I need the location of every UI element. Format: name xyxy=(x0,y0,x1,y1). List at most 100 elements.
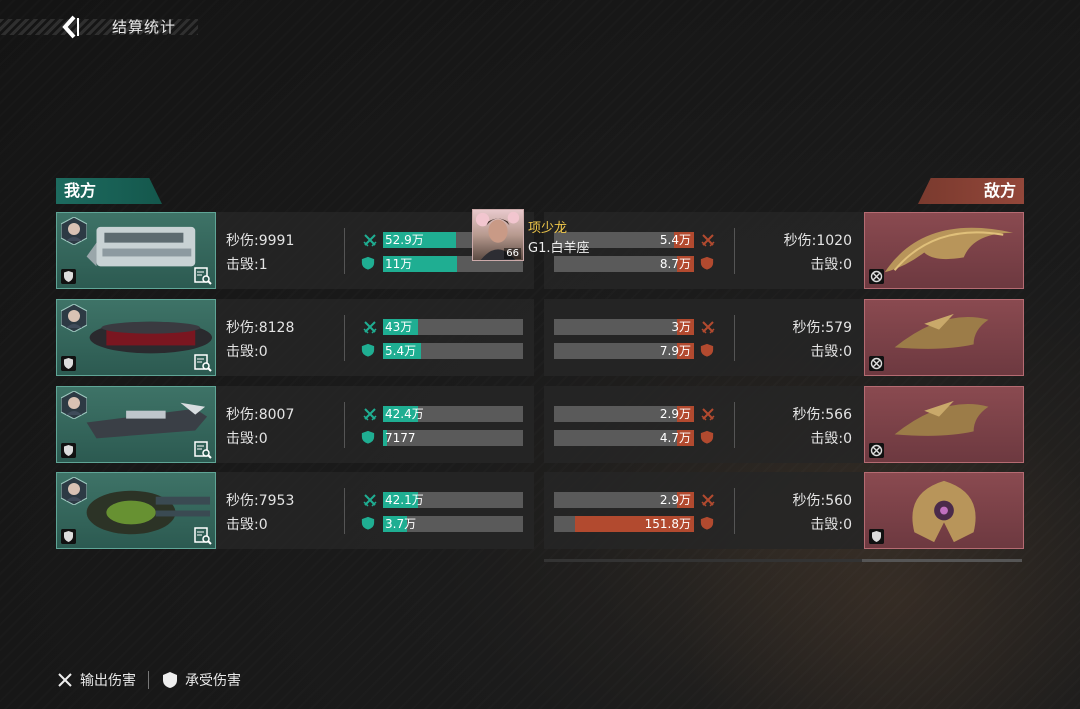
legend-damage-out-label: 输出伤害 xyxy=(80,673,136,689)
enemy-ship-art xyxy=(912,480,976,543)
player-avatar: 66 xyxy=(472,209,524,261)
player-name: 项少龙 xyxy=(528,221,568,236)
ally-kills: 击毁:0 xyxy=(226,344,268,360)
enemy-damage-out-bar: 2.9万 xyxy=(554,492,694,508)
enemy-ship-card[interactable] xyxy=(864,472,1024,549)
divider xyxy=(734,488,735,534)
ally-damage-out-value: 42.1万 xyxy=(385,493,424,507)
ally-dps: 秒伤:8128 xyxy=(226,320,295,336)
back-button[interactable] xyxy=(56,12,86,42)
ally-ship-card[interactable] xyxy=(56,212,216,289)
enemy-damage-out-value: 2.9万 xyxy=(659,407,691,421)
shield-icon xyxy=(61,269,76,284)
commander-portrait xyxy=(61,217,87,245)
ally-kills: 击毁:1 xyxy=(226,257,268,273)
divider xyxy=(344,488,345,534)
enemy-ship-art xyxy=(884,227,1014,273)
enemy-dps: 秒伤:579 xyxy=(792,320,852,336)
ally-dps: 秒伤:9991 xyxy=(226,233,295,249)
ally-damage-taken-bar: 3.7万 xyxy=(383,516,523,532)
ally-ship-card[interactable] xyxy=(56,386,216,463)
ally-header: 我方 xyxy=(56,178,162,204)
divider xyxy=(734,315,735,361)
commander-portrait xyxy=(61,304,87,332)
divider xyxy=(344,228,345,274)
legend-damage-out: 输出伤害 xyxy=(56,670,136,690)
enemy-damage-taken-value: 7.9万 xyxy=(659,344,691,358)
ally-kills: 击毁:0 xyxy=(226,431,268,447)
player-server: G1.白羊座 xyxy=(528,241,590,256)
enemy-dps: 秒伤:566 xyxy=(792,407,852,423)
detail-search-icon[interactable] xyxy=(194,527,212,545)
enemy-ship-art xyxy=(894,400,989,436)
legend-divider xyxy=(148,671,149,689)
enemy-ship-card[interactable] xyxy=(864,386,1024,463)
enemy-panel: 3万 7.9万 秒伤:579 击毁:0 xyxy=(544,299,1024,376)
shield-icon xyxy=(61,356,76,371)
ally-damage-out-value: 52.9万 xyxy=(385,233,424,247)
enemy-ship-card[interactable] xyxy=(864,299,1024,376)
ally-damage-out-value: 42.4万 xyxy=(385,407,424,421)
enemy-kills: 击毁:0 xyxy=(810,431,852,447)
detail-search-icon[interactable] xyxy=(194,354,212,372)
enemy-ship-art xyxy=(894,313,989,349)
detail-search-icon[interactable] xyxy=(194,267,212,285)
divider xyxy=(734,402,735,448)
shield-icon xyxy=(61,529,76,544)
ally-damage-taken-bar: 5.4万 xyxy=(383,343,523,359)
enemy-damage-taken-value: 4.7万 xyxy=(659,431,691,445)
ally-damage-out-value: 43万 xyxy=(385,320,413,334)
target-icon xyxy=(869,356,884,371)
ally-damage-taken-value: 7177 xyxy=(385,431,416,445)
crossed-swords-icon xyxy=(58,673,72,687)
enemy-ship-card[interactable] xyxy=(864,212,1024,289)
enemy-panel: 2.9万 151.8万 秒伤:560 击毁:0 xyxy=(544,472,1024,549)
enemy-kills: 击毁:0 xyxy=(810,344,852,360)
enemy-kills: 击毁:0 xyxy=(810,257,852,273)
player-tooltip: 66 项少龙 G1.白羊座 xyxy=(472,209,672,261)
enemy-header: 敌方 xyxy=(918,178,1024,204)
enemy-damage-out-value: 3万 xyxy=(671,320,691,334)
ally-panel: 秒伤:8128 击毁:0 43万 5.4万 xyxy=(56,299,534,376)
legend: 输出伤害 承受伤害 xyxy=(56,668,241,692)
divider xyxy=(344,315,345,361)
enemy-kills: 击毁:0 xyxy=(810,517,852,533)
stats-row: 秒伤:8128 击毁:0 43万 5.4万 3万 7.9万 秒伤:579 击毁:… xyxy=(56,299,1024,376)
ally-panel: 秒伤:7953 击毁:0 42.1万 3.7万 xyxy=(56,472,534,549)
ally-damage-taken-bar: 7177 xyxy=(383,430,523,446)
stats-row: 秒伤:7953 击毁:0 42.1万 3.7万 2.9万 151.8万 秒伤:5… xyxy=(56,472,1024,549)
enemy-damage-out-value: 2.9万 xyxy=(659,493,691,507)
player-level: 66 xyxy=(504,248,521,259)
enemy-damage-taken-bar: 151.8万 xyxy=(554,516,694,532)
ally-ship-card[interactable] xyxy=(56,472,216,549)
page-title: 结算统计 xyxy=(112,18,177,36)
ally-damage-taken-value: 5.4万 xyxy=(385,344,417,358)
enemy-damage-out-bar: 3万 xyxy=(554,319,694,335)
stats-row: 秒伤:8007 击毁:0 42.4万 7177 2.9万 4.7万 秒伤:566… xyxy=(56,386,1024,463)
ally-dps: 秒伤:8007 xyxy=(226,407,295,423)
target-icon xyxy=(869,443,884,458)
enemy-damage-taken-bar: 4.7万 xyxy=(554,430,694,446)
legend-damage-taken: 承受伤害 xyxy=(161,670,241,690)
ally-ship-card[interactable] xyxy=(56,299,216,376)
divider xyxy=(734,228,735,274)
target-icon xyxy=(869,269,884,284)
enemy-damage-taken-value: 151.8万 xyxy=(644,517,691,531)
detail-search-icon[interactable] xyxy=(194,441,212,459)
commander-portrait xyxy=(61,391,87,419)
divider xyxy=(344,402,345,448)
shield-icon xyxy=(61,443,76,458)
ally-damage-out-bar: 42.1万 xyxy=(383,492,523,508)
commander-portrait xyxy=(61,477,87,505)
enemy-damage-out-bar: 2.9万 xyxy=(554,406,694,422)
ally-panel: 秒伤:8007 击毁:0 42.4万 7177 xyxy=(56,386,534,463)
shield-icon xyxy=(163,672,177,688)
back-arrow-icon xyxy=(62,15,79,39)
enemy-panel: 2.9万 4.7万 秒伤:566 击毁:0 xyxy=(544,386,1024,463)
enemy-damage-taken-bar: 7.9万 xyxy=(554,343,694,359)
ally-panel: 秒伤:9991 击毁:1 52.9万 11万 xyxy=(56,212,534,289)
ally-damage-out-bar: 42.4万 xyxy=(383,406,523,422)
ally-damage-out-bar: 43万 xyxy=(383,319,523,335)
legend-damage-taken-label: 承受伤害 xyxy=(185,673,241,689)
list-bottom-edge-card xyxy=(862,559,1022,562)
